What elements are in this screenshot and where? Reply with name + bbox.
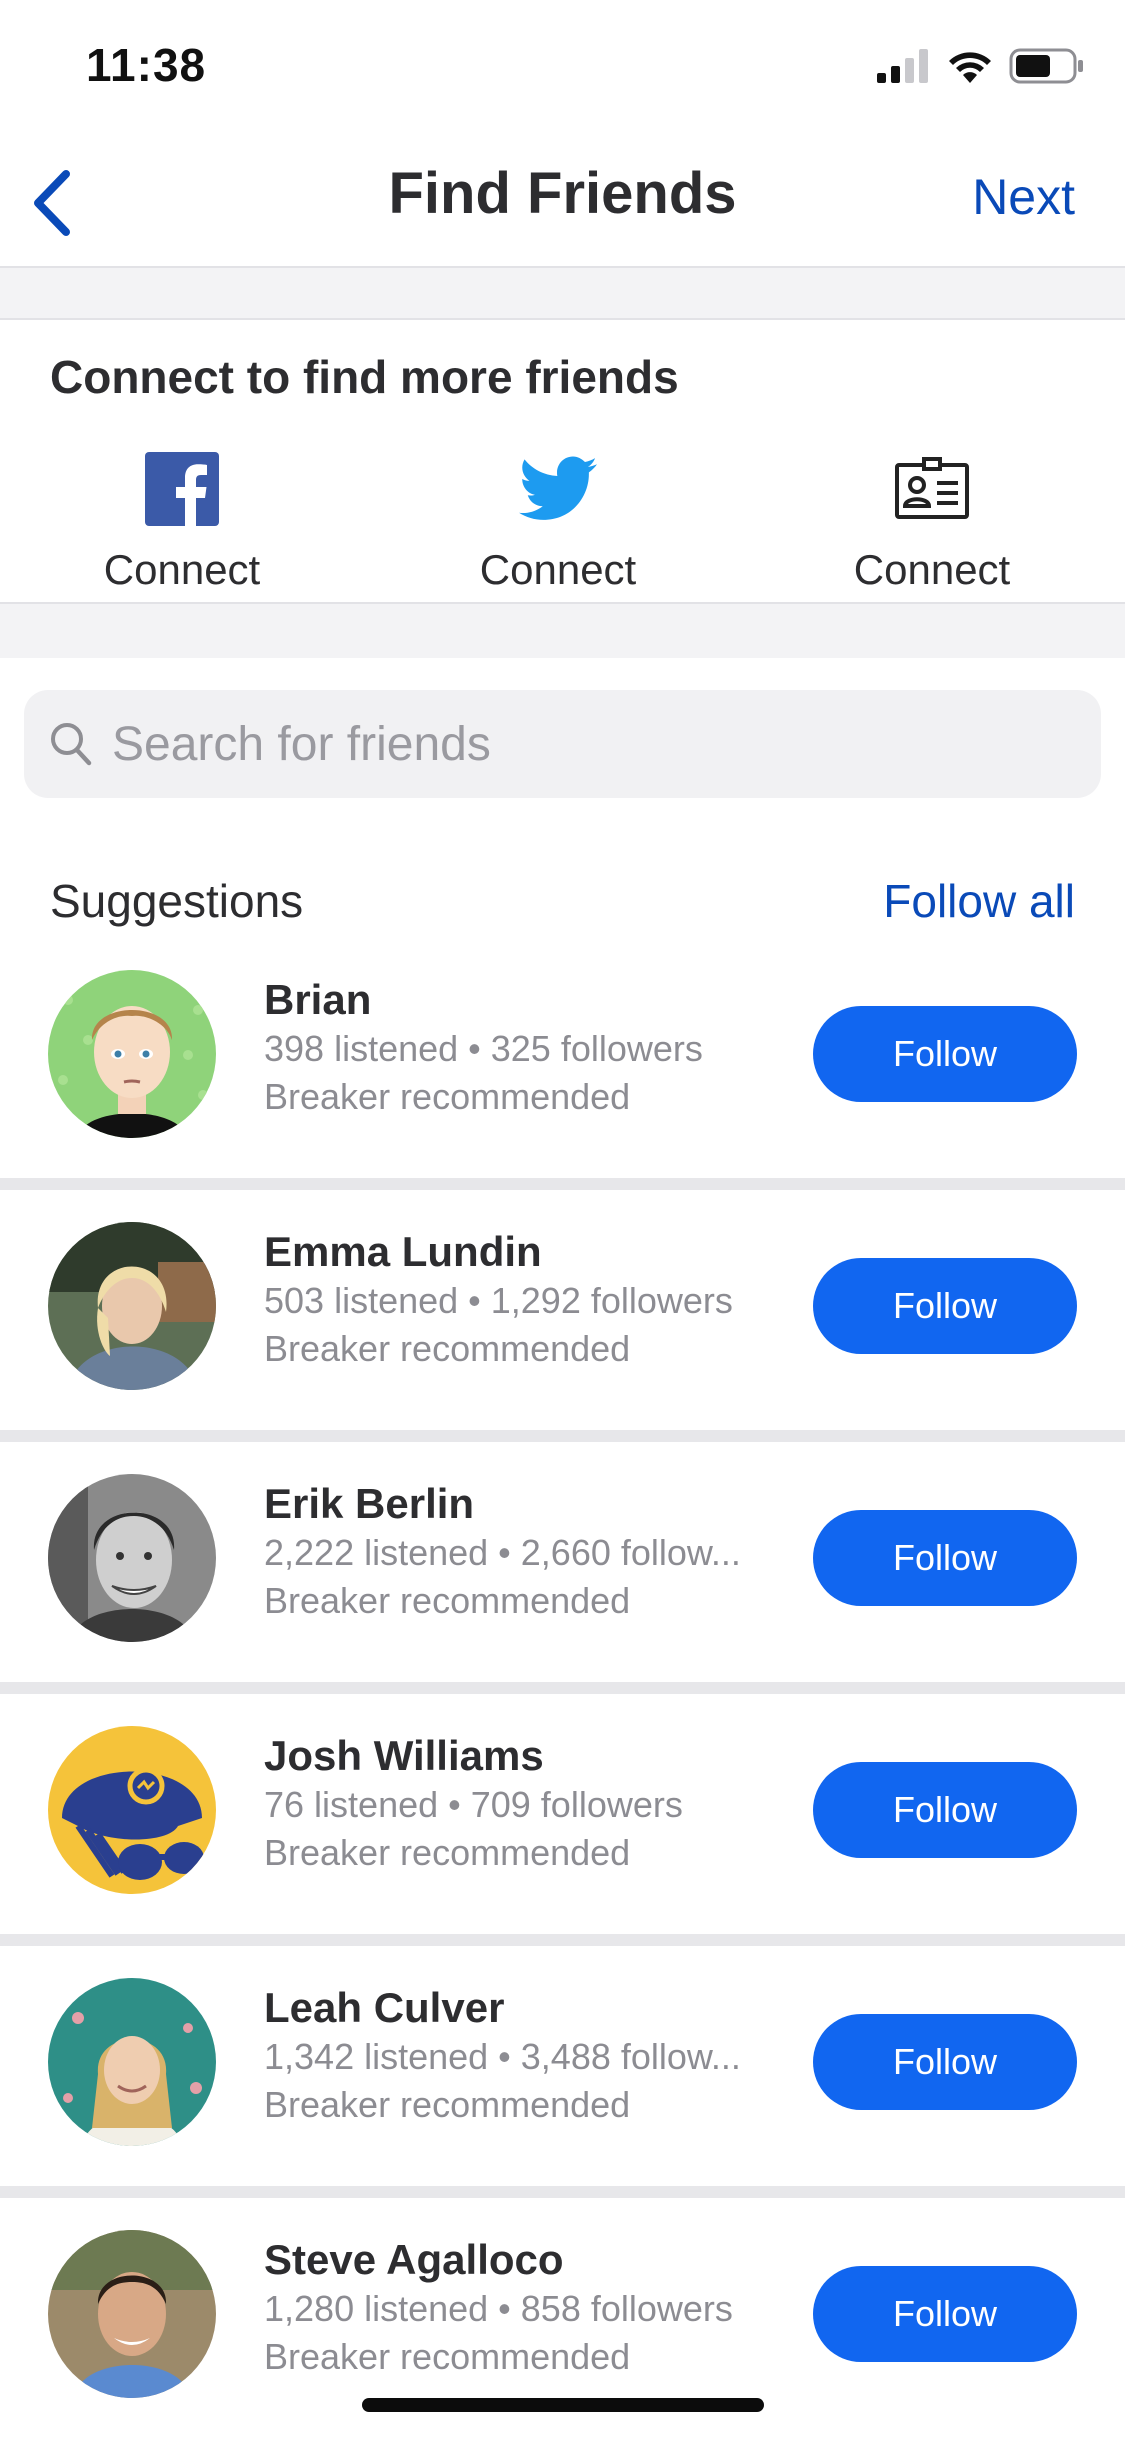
- twitter-connect-label: Connect: [479, 546, 637, 593]
- section-divider: [0, 604, 1125, 658]
- page-title: Find Friends: [388, 161, 737, 226]
- recommendation-reason: Breaker recommended: [264, 1832, 631, 1873]
- recommendation-reason: Breaker recommended: [264, 1076, 631, 1117]
- row-divider: [0, 1934, 1125, 1946]
- status-icons: [877, 48, 1085, 84]
- connect-section: Connect to find more friends Connect Con…: [0, 318, 1125, 604]
- avatar: [48, 1474, 216, 1642]
- avatar: [48, 970, 216, 1138]
- contacts-connect-button[interactable]: Connect: [782, 448, 1082, 594]
- search-icon: [51, 723, 92, 766]
- facebook-icon: [145, 452, 219, 526]
- person-stats: 398 listened • 325 followers: [264, 1028, 703, 1069]
- section-divider: [0, 268, 1125, 318]
- follow-button[interactable]: Follow: [813, 1762, 1077, 1858]
- next-button[interactable]: Next: [972, 168, 1075, 226]
- twitter-connect-button[interactable]: Connect: [408, 448, 708, 594]
- person-name: Leah Culver: [264, 1984, 505, 2031]
- navigation-bar: Find Friends Next: [0, 140, 1125, 268]
- wifi-icon: [949, 52, 991, 83]
- status-time: 11:38: [86, 39, 207, 91]
- home-indicator[interactable]: [362, 2398, 764, 2412]
- suggestion-row: Josh Williams 76 listened • 709 follower…: [0, 1694, 1125, 1934]
- avatar: [48, 1726, 216, 1894]
- person-stats: 503 listened • 1,292 followers: [264, 1280, 733, 1321]
- avatar: [48, 2230, 216, 2398]
- recommendation-reason: Breaker recommended: [264, 2336, 631, 2377]
- facebook-connect-label: Connect: [103, 546, 261, 593]
- contacts-card-icon: [895, 457, 969, 519]
- status-bar: 11:38: [0, 0, 1125, 140]
- suggestion-row: Leah Culver 1,342 listened • 3,488 follo…: [0, 1946, 1125, 2186]
- cellular-signal-icon: [877, 49, 928, 83]
- twitter-icon: [519, 456, 597, 520]
- recommendation-reason: Breaker recommended: [264, 1580, 631, 1621]
- suggestion-row: Brian 398 listened • 325 followers Break…: [0, 938, 1125, 1178]
- suggestions-section: Suggestions Follow all Brian 398 listene…: [0, 658, 1125, 2438]
- suggestions-title: Suggestions: [50, 875, 304, 927]
- row-divider: [0, 1430, 1125, 1442]
- person-stats: 1,280 listened • 858 followers: [264, 2288, 733, 2329]
- row-divider: [0, 1178, 1125, 1190]
- search-bar[interactable]: [24, 690, 1101, 798]
- facebook-connect-button[interactable]: Connect: [32, 448, 332, 594]
- person-stats: 1,342 listened • 3,488 follow...: [264, 2036, 741, 2077]
- avatar: [48, 1978, 216, 2146]
- row-divider: [0, 1682, 1125, 1694]
- person-name: Brian: [264, 976, 372, 1023]
- person-stats: 2,222 listened • 2,660 follow...: [264, 1532, 741, 1573]
- follow-all-button[interactable]: Follow all: [883, 874, 1075, 928]
- person-name: Josh Williams: [264, 1732, 544, 1779]
- recommendation-reason: Breaker recommended: [264, 1328, 631, 1369]
- contacts-connect-label: Connect: [853, 546, 1011, 593]
- person-name: Steve Agalloco: [264, 2236, 564, 2283]
- follow-button[interactable]: Follow: [813, 1006, 1077, 1102]
- follow-button[interactable]: Follow: [813, 2266, 1077, 2362]
- avatar: [48, 1222, 216, 1390]
- person-name: Emma Lundin: [264, 1228, 542, 1275]
- recommendation-reason: Breaker recommended: [264, 2084, 631, 2125]
- connect-heading: Connect to find more friends: [50, 351, 679, 403]
- row-divider: [0, 2186, 1125, 2198]
- person-stats: 76 listened • 709 followers: [264, 1784, 683, 1825]
- follow-button[interactable]: Follow: [813, 1258, 1077, 1354]
- follow-button[interactable]: Follow: [813, 1510, 1077, 1606]
- suggestion-row: Emma Lundin 503 listened • 1,292 followe…: [0, 1190, 1125, 1430]
- suggestion-row: Erik Berlin 2,222 listened • 2,660 follo…: [0, 1442, 1125, 1682]
- battery-icon: [1009, 48, 1083, 84]
- search-input[interactable]: [112, 690, 1072, 798]
- follow-button[interactable]: Follow: [813, 2014, 1077, 2110]
- person-name: Erik Berlin: [264, 1480, 475, 1527]
